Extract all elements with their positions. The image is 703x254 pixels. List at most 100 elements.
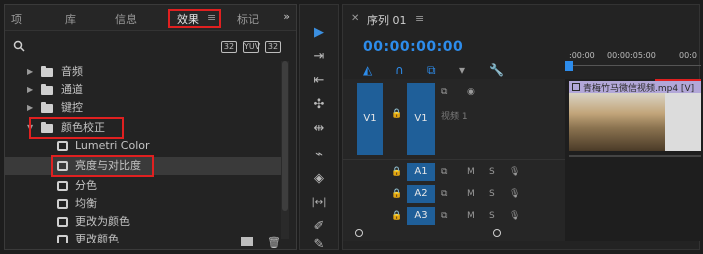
chevron-right-icon[interactable]: ▶ (27, 99, 33, 117)
ruler-timecode: 00:00:05:00 (607, 51, 656, 60)
pen-icon[interactable]: ✐ (309, 219, 329, 235)
playhead-timecode[interactable]: 00:00:00:00 (363, 39, 463, 55)
ruler-timecode: 00:0 (679, 51, 697, 60)
solo-button[interactable]: S (489, 211, 495, 221)
effects-panel: 项 库 信息 效果 ≡ 标记 » 32 YUV 32 ▶ 音频 ▶ 通道 ▶ 键… (4, 4, 297, 250)
folder-icon (41, 102, 53, 113)
nest-toggle-icon[interactable]: ◭ (363, 63, 372, 77)
search-icon[interactable] (13, 40, 25, 52)
track-target-a1[interactable]: A1 (407, 163, 435, 181)
tree-item-label: 更改颜色 (75, 233, 119, 243)
sync-lock-icon[interactable]: ⧉ (441, 167, 447, 177)
track-target-v1[interactable]: V1 (407, 83, 435, 155)
solo-button[interactable]: S (489, 189, 495, 199)
sequence-tab-title[interactable]: 序列 01 (367, 12, 407, 28)
solo-button[interactable]: S (489, 167, 495, 177)
razor-icon[interactable]: ⌁ (309, 147, 329, 163)
chevron-right-icon[interactable]: ▶ (27, 81, 33, 99)
microphone-icon[interactable]: 🎙 (509, 211, 520, 221)
eye-icon[interactable]: ◉ (467, 87, 475, 97)
tab-libraries[interactable]: 库 (65, 11, 76, 27)
video-audio-divider (343, 159, 565, 160)
effect-icon (57, 235, 68, 243)
tree-item-label: 分色 (75, 179, 97, 192)
tree-item-label: 键控 (61, 101, 83, 114)
ruler-timecode: :00:00 (569, 51, 595, 60)
32bit-effects-filter-button[interactable]: 32 (265, 41, 281, 53)
mute-button[interactable]: M (467, 167, 475, 177)
tab-info[interactable]: 信息 (115, 11, 137, 27)
track-target-a2[interactable]: A2 (407, 185, 435, 203)
yuv-effects-filter-button[interactable]: YUV (243, 41, 260, 53)
time-ruler[interactable] (565, 65, 701, 66)
effects-scrollbar-thumb[interactable] (282, 61, 288, 211)
wrench-icon[interactable]: 🔧 (489, 63, 504, 77)
color-correction-highlight (29, 117, 124, 139)
trash-icon[interactable]: 🗑 (267, 236, 281, 249)
new-bin-icon[interactable] (241, 237, 253, 246)
sync-lock-icon[interactable]: ⧉ (441, 211, 447, 221)
effects-scrollbar[interactable] (281, 61, 289, 239)
folder-icon (41, 66, 53, 77)
tree-item-label: 均衡 (75, 197, 97, 210)
zoom-handle-left[interactable] (355, 229, 363, 237)
effect-icon (57, 199, 68, 209)
timeline-zoom-scrollbar[interactable] (351, 229, 551, 237)
timeline-panel: ✕ 序列 01 ≡ 00:00:00:00 :00:00 00:00:05:00… (342, 4, 701, 250)
chevron-right-icon[interactable]: ▶ (27, 63, 33, 81)
microphone-icon[interactable]: 🎙 (509, 189, 520, 199)
lock-icon[interactable]: 🔒 (391, 211, 402, 221)
tree-item-label: 更改为颜色 (75, 215, 130, 228)
effect-icon (57, 141, 68, 151)
audio-track-lane (569, 155, 701, 157)
timeline-tab: ✕ 序列 01 ≡ (343, 5, 699, 33)
track-target-a3[interactable]: A3 (407, 207, 435, 225)
tree-effect-leave-color[interactable]: 分色 (5, 177, 285, 195)
slip-icon[interactable]: ◈ (309, 171, 329, 187)
tree-item-label: Lumetri Color (75, 139, 150, 152)
rate-stretch-icon[interactable]: ⇹ (309, 121, 329, 137)
sync-lock-icon[interactable]: ⧉ (441, 189, 447, 199)
lock-icon[interactable]: 🔒 (391, 189, 402, 199)
track-select-icon[interactable]: ⇥ (309, 49, 329, 65)
mute-button[interactable]: M (467, 189, 475, 199)
linked-selection-icon[interactable]: ⧉ (427, 63, 436, 78)
tree-effect-equalize[interactable]: 均衡 (5, 195, 285, 213)
ripple-edit-icon[interactable]: ⇤ (309, 73, 329, 89)
close-icon[interactable]: ✕ (351, 13, 359, 24)
clip-thumbnail (569, 93, 665, 151)
folder-icon (41, 84, 53, 95)
zoom-handle-right[interactable] (493, 229, 501, 237)
lock-icon[interactable]: 🔒 (391, 109, 402, 119)
effect-icon (57, 217, 68, 227)
tab-markers[interactable]: 标记 (237, 11, 259, 27)
tree-effect-change-to-color[interactable]: 更改为颜色 (5, 213, 285, 231)
brightness-contrast-highlight (51, 155, 154, 177)
tree-folder-keying[interactable]: ▶ 键控 (5, 99, 285, 117)
track-content-area[interactable]: 青梅竹马微信视频.mp4 [V] (565, 79, 701, 241)
tree-item-label: 通道 (61, 83, 83, 96)
add-marker-icon[interactable]: ▾ (459, 63, 465, 77)
tree-folder-audio[interactable]: ▶ 音频 (5, 63, 285, 81)
mute-button[interactable]: M (467, 211, 475, 221)
accelerated-effects-filter-button[interactable]: 32 (221, 41, 237, 53)
selection-arrow-icon[interactable]: ▶ (309, 25, 329, 41)
effect-icon (57, 181, 68, 191)
rolling-edit-icon[interactable]: ✣ (309, 97, 329, 113)
tab-overflow-icon[interactable]: » (283, 10, 290, 23)
slide-icon[interactable]: |↔| (309, 195, 329, 211)
microphone-icon[interactable]: 🎙 (509, 167, 520, 177)
snap-icon[interactable]: ∩ (395, 63, 404, 77)
sequence-tab-menu-icon[interactable]: ≡ (415, 12, 424, 25)
clip-header: 青梅竹马微信视频.mp4 [V] (569, 81, 701, 94)
tools-panel: ▶ ⇥ ⇤ ✣ ⇹ ⌁ ◈ |↔| ✐ ✎ (299, 4, 339, 253)
video-clip[interactable]: 青梅竹马微信视频.mp4 [V] (569, 81, 701, 151)
tab-project[interactable]: 项 (11, 11, 22, 27)
tree-effect-lumetri-color[interactable]: Lumetri Color (5, 137, 285, 155)
lock-icon[interactable]: 🔒 (391, 167, 402, 177)
tree-folder-channel[interactable]: ▶ 通道 (5, 81, 285, 99)
sync-lock-icon[interactable]: ⧉ (441, 87, 447, 97)
source-patch-v1[interactable]: V1 (357, 83, 383, 155)
playhead-marker[interactable] (565, 61, 573, 71)
hand-icon[interactable]: ✎ (309, 237, 329, 253)
